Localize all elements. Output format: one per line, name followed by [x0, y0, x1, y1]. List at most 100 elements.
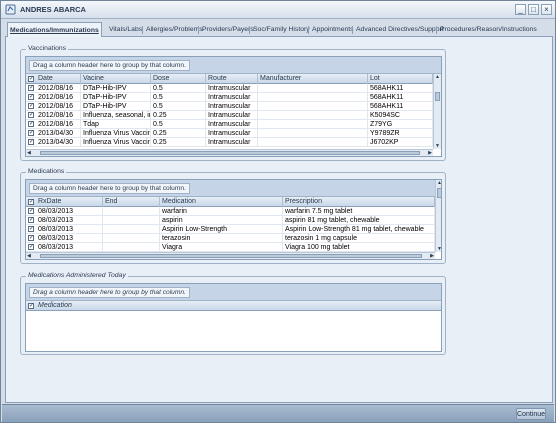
- group-by-panel[interactable]: Drag a column header here to group by th…: [26, 180, 435, 197]
- medication-cell-medication: aspirin: [160, 216, 283, 225]
- minimize-button[interactable]: _: [515, 4, 526, 15]
- row-checkbox[interactable]: ✓: [28, 130, 34, 136]
- vaccinations-title: Vaccinations: [26, 45, 69, 52]
- tab-allergies-problems[interactable]: Allergies/Problems: [144, 24, 205, 36]
- column-header-date[interactable]: Date: [36, 74, 81, 84]
- medication-cell-medication: Aspirin Low-Strength: [160, 225, 283, 234]
- vaccination-row[interactable]: ✓2013/04/30Influenza Virus Vaccine -0.25…: [26, 129, 433, 138]
- medication-row[interactable]: ✓ 08/03/2013 Viagra Viagra 100 mg tablet: [26, 243, 435, 252]
- scroll-left-icon[interactable]: ◀: [27, 253, 31, 259]
- scroll-up-icon[interactable]: ▲: [437, 180, 441, 186]
- tab-advanced-directives[interactable]: Advanced Directives/Support: [354, 24, 446, 36]
- vaccination-row[interactable]: ✓2013/04/30Influenza Virus Vaccine -0.25…: [26, 138, 433, 147]
- scroll-right-icon[interactable]: ▶: [430, 253, 434, 259]
- column-header-medication[interactable]: Medication: [36, 301, 441, 311]
- tab-separator: [198, 26, 199, 34]
- maximize-button[interactable]: □: [528, 4, 539, 15]
- vaccination-cell-dose: 0.25: [151, 129, 206, 138]
- continue-button[interactable]: Continue: [516, 408, 546, 420]
- row-checkbox[interactable]: ✓: [28, 244, 34, 250]
- vaccinations-vscrollbar[interactable]: ▲ ▼: [433, 74, 441, 149]
- administered-header-row: ✓ Medication: [26, 301, 441, 311]
- vaccination-cell-dose: 0.25: [151, 111, 206, 120]
- tab-vitals-labs[interactable]: Vitals/Labs: [107, 24, 144, 36]
- vaccination-cell-date: 2012/08/16: [36, 102, 81, 111]
- tab-separator: [308, 26, 309, 34]
- vaccination-row[interactable]: ✓ 2012/08/16 DTaP-Hib-IPV 0.5 Intramuscular 5…: [26, 93, 433, 102]
- select-all-checkbox[interactable]: ✓: [28, 76, 34, 82]
- medication-cell-prescription: warfarin 7.5 mg tablet: [283, 207, 435, 216]
- medication-row[interactable]: ✓ 08/03/2013 aspirin aspirin 81 mg tablet, …: [26, 216, 435, 225]
- row-checkbox[interactable]: ✓: [28, 103, 34, 109]
- group-by-panel[interactable]: Drag a column header here to group by th…: [26, 57, 441, 74]
- tab-soc-family-history[interactable]: Soc/Family History: [251, 24, 312, 36]
- vaccination-row[interactable]: ✓ 2012/08/16 DTaP-Hib-IPV 0.5 Intramuscular 5…: [26, 102, 433, 111]
- scroll-right-icon[interactable]: ▶: [428, 150, 432, 156]
- medication-row[interactable]: ✓ 08/03/2013 warfarin warfarin 7.5 mg table…: [26, 207, 435, 216]
- column-header-lot[interactable]: Lot: [368, 74, 433, 84]
- vaccination-row[interactable]: ✓2012/08/16Influenza, seasonal, inje...0…: [26, 111, 433, 120]
- tab-providers-payers[interactable]: Providers/Payers: [200, 24, 256, 36]
- group-by-panel[interactable]: Drag a column header here to group by th…: [26, 284, 441, 301]
- vaccinations-hscrollbar[interactable]: ◀ ▶: [26, 149, 433, 156]
- close-button[interactable]: ×: [541, 4, 552, 15]
- row-checkbox[interactable]: ✓: [28, 112, 34, 118]
- vaccination-cell-lot: 568AHK11: [368, 84, 433, 93]
- medication-cell-medication: warfarin: [160, 207, 283, 216]
- vaccination-cell-lot: Y9789ZR: [368, 129, 433, 138]
- tab-appointments[interactable]: Appointments: [310, 24, 356, 36]
- vaccination-cell-manufacturer: [258, 111, 368, 120]
- row-checkbox[interactable]: ✓: [28, 217, 34, 223]
- medications-vscrollbar[interactable]: ▲ ▼: [435, 180, 441, 252]
- row-checkbox[interactable]: ✓: [28, 208, 34, 214]
- row-checkbox[interactable]: ✓: [28, 121, 34, 127]
- column-header-end[interactable]: End: [103, 197, 160, 207]
- group-by-hint: Drag a column header here to group by th…: [29, 287, 190, 298]
- tab-medications-immunizations[interactable]: Medications/Immunizations: [7, 22, 102, 37]
- medications-group: Medications Drag a column header here to…: [20, 168, 446, 264]
- medication-cell-end: [103, 243, 160, 252]
- medications-hscrollbar[interactable]: ◀ ▶: [26, 252, 435, 259]
- column-header-route[interactable]: Route: [206, 74, 258, 84]
- medications-vscroll-thumb[interactable]: [437, 188, 441, 198]
- column-header-vaccine[interactable]: Vacine: [81, 74, 151, 84]
- row-checkbox[interactable]: ✓: [28, 139, 34, 145]
- row-checkbox[interactable]: ✓: [28, 94, 34, 100]
- administered-grid: Drag a column header here to group by th…: [25, 283, 442, 352]
- tab-separator: [249, 26, 250, 34]
- column-header-dose[interactable]: Dose: [151, 74, 206, 84]
- vaccination-row[interactable]: ✓ 2012/08/16 Tdap 0.5 Intramuscular Z79YG: [26, 120, 433, 129]
- scroll-down-icon[interactable]: ▼: [437, 246, 441, 252]
- medication-cell-end: [103, 207, 160, 216]
- medication-row[interactable]: ✓ 08/03/2013 terazosin terazosin 1 mg capsu…: [26, 234, 435, 243]
- medications-hscroll-thumb[interactable]: [40, 254, 422, 258]
- vaccination-cell-vaccine: Influenza Virus Vaccine -: [81, 129, 151, 138]
- vaccination-cell-vaccine: Influenza Virus Vaccine -: [81, 138, 151, 147]
- vaccination-cell-date: 2013/04/30: [36, 129, 81, 138]
- administered-title: Medications Administered Today: [26, 272, 128, 279]
- column-header-rxdate[interactable]: RxDate: [36, 197, 103, 207]
- medication-cell-rxdate: 08/03/2013: [36, 216, 103, 225]
- scroll-left-icon[interactable]: ◀: [27, 150, 31, 156]
- select-all-checkbox[interactable]: ✓: [28, 303, 34, 309]
- vaccination-row[interactable]: ✓ 2012/08/16 DTaP-Hib-IPV 0.5 Intramuscular 5…: [26, 84, 433, 93]
- column-header-prescription[interactable]: Prescription: [283, 197, 435, 207]
- vaccination-cell-vaccine: DTaP-Hib-IPV: [81, 93, 151, 102]
- column-header-manufacturer[interactable]: Manufacturer: [258, 74, 368, 84]
- vaccinations-vscroll-thumb[interactable]: [435, 92, 440, 101]
- row-checkbox[interactable]: ✓: [28, 85, 34, 91]
- vaccination-cell-vaccine: DTaP-Hib-IPV: [81, 102, 151, 111]
- tab-procedures-reason[interactable]: Procedures/Reason/Instructions: [438, 24, 539, 36]
- row-checkbox[interactable]: ✓: [28, 226, 34, 232]
- vaccinations-hscroll-thumb[interactable]: [40, 151, 420, 155]
- column-header-medication[interactable]: Medication: [160, 197, 283, 207]
- scroll-down-icon[interactable]: ▼: [435, 143, 440, 149]
- title-bar[interactable]: ANDRES ABARCA _ □ ×: [1, 1, 555, 19]
- medications-title: Medications: [26, 168, 67, 175]
- vaccinations-group: Vaccinations Drag a column header here t…: [20, 45, 446, 161]
- scroll-up-icon[interactable]: ▲: [435, 74, 440, 80]
- select-all-checkbox[interactable]: ✓: [28, 199, 34, 205]
- medication-row[interactable]: ✓ 08/03/2013 Aspirin Low-Strength Aspirin L…: [26, 225, 435, 234]
- row-checkbox[interactable]: ✓: [28, 235, 34, 241]
- vaccination-cell-date: 2012/08/16: [36, 93, 81, 102]
